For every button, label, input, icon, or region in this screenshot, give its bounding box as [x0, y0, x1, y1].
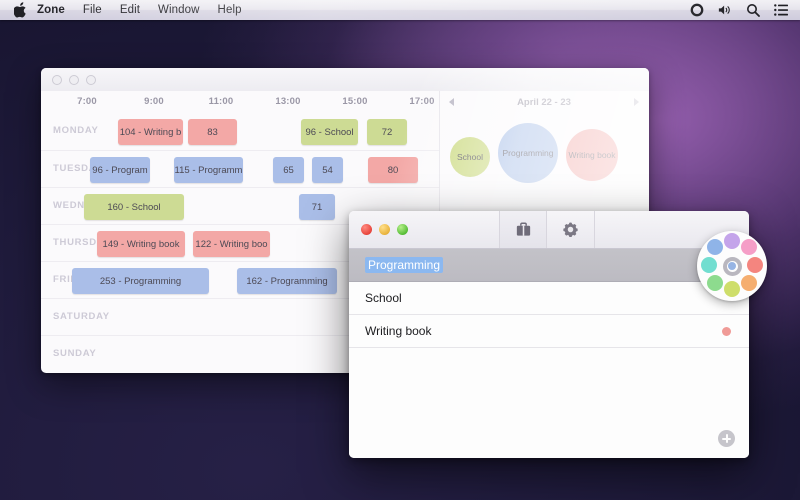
zoom-button[interactable] — [397, 224, 408, 235]
category-rows: Programming School Writing book — [349, 249, 749, 348]
category-bubbles: School Programming Writing book — [440, 113, 648, 205]
time-tick-9: 9:00 — [144, 96, 164, 107]
category-bubble[interactable]: Programming — [498, 123, 558, 183]
calendar-event[interactable]: 253 - Programming — [72, 268, 209, 294]
calendar-event[interactable]: 160 - School — [84, 194, 184, 220]
minimize-button[interactable] — [379, 224, 390, 235]
search-icon[interactable] — [746, 3, 760, 17]
category-bubble[interactable]: School — [450, 137, 490, 177]
add-button[interactable] — [718, 430, 735, 447]
minimize-button-inactive[interactable] — [69, 74, 79, 85]
calendar-event[interactable]: 54 — [312, 157, 343, 183]
time-tick-13: 13:00 — [275, 96, 301, 107]
volume-icon[interactable] — [718, 3, 732, 17]
plus-horizontal — [722, 437, 731, 440]
menu-bar: Zone File Edit Window Help — [0, 0, 800, 20]
selected-color-indicator[interactable] — [722, 256, 742, 276]
swatch-green[interactable] — [707, 275, 723, 291]
time-axis: 7:00 9:00 11:00 13:00 15:00 17:00 — [41, 91, 439, 113]
list-item[interactable]: Programming — [349, 249, 749, 282]
swatch-pink[interactable] — [741, 239, 757, 255]
category-bubble[interactable]: Writing book — [566, 129, 618, 181]
window-title-bar — [349, 211, 749, 249]
next-arrow-icon[interactable] — [634, 98, 639, 106]
calendar-title-bar — [41, 68, 649, 91]
calendar-event[interactable]: 80 — [368, 157, 418, 183]
desktop-background: Zone File Edit Window Help 7:00 9:00 11:… — [0, 0, 800, 500]
menu-item-edit[interactable]: Edit — [111, 0, 149, 20]
day-label: SATURDAY — [53, 311, 110, 322]
category-color-dot[interactable] — [722, 326, 731, 336]
color-picker-wheel[interactable] — [697, 231, 767, 301]
day-row: MONDAY 104 - Writing b 83 96 - School 72 — [41, 113, 439, 150]
swatch-yellowgreen[interactable] — [724, 281, 740, 297]
calendar-event[interactable]: 149 - Writing book — [97, 231, 185, 257]
menu-item-help[interactable]: Help — [209, 0, 251, 20]
calendar-event[interactable]: 122 - Writing boo — [193, 231, 270, 257]
calendar-event[interactable]: 162 - Programming — [237, 268, 337, 294]
close-button-inactive[interactable] — [52, 74, 62, 85]
list-menu-icon[interactable] — [774, 3, 788, 17]
day-label: MONDAY — [53, 125, 99, 136]
calendar-event[interactable]: 72 — [367, 119, 407, 145]
day-row: TUESDAY 96 - Program 115 - Programm 65 54 80 — [41, 150, 439, 187]
apple-logo-icon[interactable] — [14, 2, 28, 18]
swatch-teal[interactable] — [701, 257, 717, 273]
calendar-event[interactable]: 65 — [273, 157, 304, 183]
list-item-label: School — [365, 291, 402, 305]
date-navigator: April 22 - 23 — [440, 91, 648, 113]
time-tick-15: 15:00 — [342, 96, 368, 107]
toolbar-tabs — [499, 211, 595, 248]
selected-color-core — [728, 262, 736, 270]
calendar-event[interactable]: 71 — [299, 194, 335, 220]
calendar-event[interactable]: 96 - School — [301, 119, 358, 145]
record-circle-icon[interactable] — [690, 3, 704, 17]
menu-item-zone[interactable]: Zone — [28, 0, 74, 20]
swatch-coral[interactable] — [747, 257, 763, 273]
category-list: Programming School Writing book — [349, 249, 749, 458]
list-item[interactable]: School — [349, 282, 749, 315]
tab-settings[interactable] — [547, 211, 595, 248]
swatch-blue[interactable] — [707, 239, 723, 255]
day-label: SUNDAY — [53, 348, 97, 359]
calendar-event[interactable]: 96 - Program — [90, 157, 150, 183]
swatch-purple[interactable] — [724, 233, 740, 249]
selected-color-ring — [726, 260, 738, 272]
calendar-event[interactable]: 104 - Writing b — [118, 119, 183, 145]
calendar-event[interactable]: 83 — [188, 119, 237, 145]
calendar-event[interactable]: 115 - Programm — [174, 157, 243, 183]
menu-bar-status-area — [690, 3, 800, 17]
prev-arrow-icon[interactable] — [449, 98, 454, 106]
close-button[interactable] — [361, 224, 372, 235]
gear-icon — [563, 222, 578, 237]
menu-item-window[interactable]: Window — [149, 0, 209, 20]
list-item[interactable]: Writing book — [349, 315, 749, 348]
categories-window: Programming School Writing book — [349, 211, 749, 458]
tab-projects[interactable] — [499, 211, 547, 248]
time-tick-11: 11:00 — [208, 96, 234, 107]
time-tick-7: 7:00 — [77, 96, 97, 107]
zoom-button-inactive[interactable] — [86, 74, 96, 85]
swatch-orange[interactable] — [741, 275, 757, 291]
menu-item-file[interactable]: File — [74, 0, 111, 20]
list-item-label: Writing book — [365, 324, 432, 338]
list-item-label: Programming — [365, 257, 444, 273]
date-range-label: April 22 - 23 — [517, 96, 571, 108]
briefcase-icon — [516, 222, 530, 236]
time-tick-17: 17:00 — [409, 96, 435, 107]
